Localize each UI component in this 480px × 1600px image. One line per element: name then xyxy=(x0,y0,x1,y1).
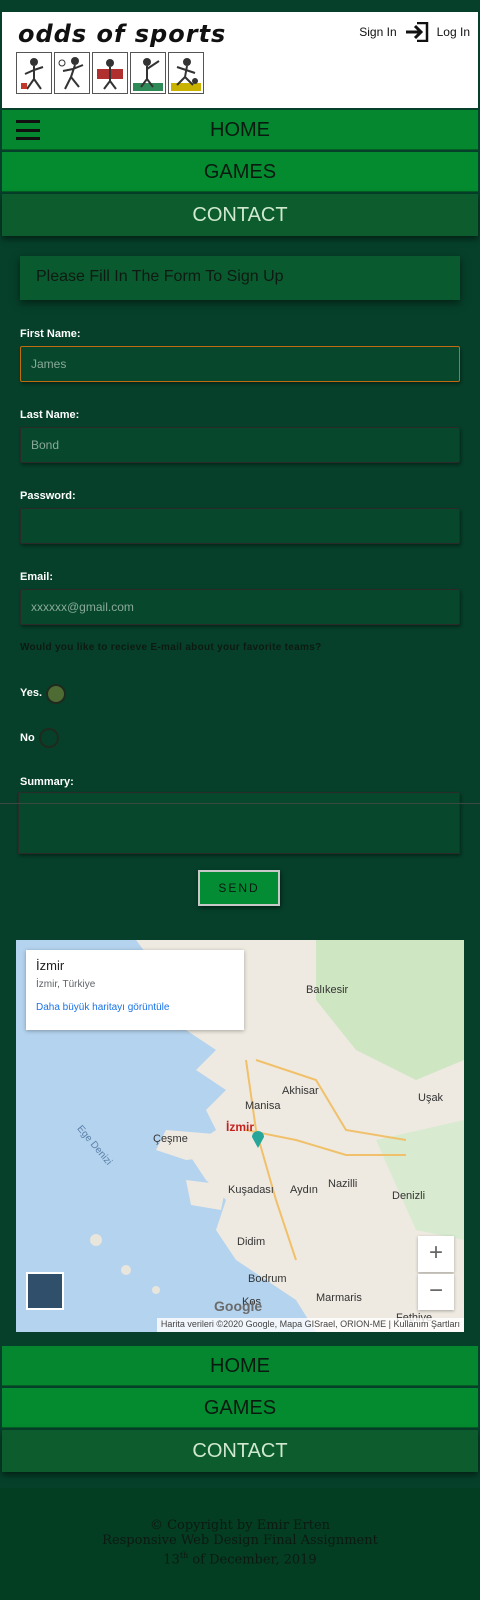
password-label: Password: xyxy=(20,490,76,502)
map-city-label: Balıkesir xyxy=(306,984,349,996)
nav-home[interactable]: HOME xyxy=(2,110,478,150)
map-city-label: Aydın xyxy=(290,1184,318,1196)
map-city-label: İzmir xyxy=(226,1120,255,1134)
map-city-label: Denizli xyxy=(392,1190,426,1202)
hamburger-menu-icon[interactable] xyxy=(16,120,40,140)
zoom-out-button[interactable]: − xyxy=(418,1274,454,1310)
map-attribution[interactable]: Harita verileri ©2020 Google, Mapa GISra… xyxy=(156,1318,464,1332)
map-city-label: Bodrum xyxy=(248,1273,287,1285)
password-field[interactable] xyxy=(20,508,460,544)
email-question: Would you like to recieve E-mail about y… xyxy=(20,642,322,653)
no-radio[interactable] xyxy=(39,728,59,748)
site-header: odds of sports Sign In Log In xyxy=(2,12,478,108)
map-place-title: İzmir xyxy=(36,958,65,973)
assignment-text: Responsive Web Design Final Assignment xyxy=(102,1533,378,1548)
log-in-link[interactable]: Log In xyxy=(437,25,470,39)
first-name-field[interactable] xyxy=(20,346,460,382)
sport-image-icon xyxy=(168,52,204,94)
summary-label: Summary: xyxy=(20,776,74,788)
sign-in-link[interactable]: Sign In xyxy=(359,25,396,39)
google-logo: Google xyxy=(214,1298,263,1314)
map-city-label: Marmaris xyxy=(316,1292,362,1304)
divider-line xyxy=(0,803,480,804)
sport-image-icon xyxy=(130,52,166,94)
map-city-label: Kuşadası xyxy=(228,1184,274,1196)
footer-nav-home[interactable]: HOME xyxy=(2,1346,478,1386)
no-label: No xyxy=(20,732,35,744)
sport-image-icon xyxy=(16,52,52,94)
map-pin-icon xyxy=(252,1131,264,1148)
summary-textarea[interactable] xyxy=(18,792,460,854)
map-city-label: Uşak xyxy=(418,1092,444,1104)
logo-sport-images xyxy=(16,52,204,94)
sport-image-icon xyxy=(92,52,128,94)
email-label: Email: xyxy=(20,571,54,583)
email-field[interactable] xyxy=(20,589,460,625)
yes-label: Yes. xyxy=(20,687,43,699)
site-footer: © Copyright by Emir Erten Responsive Web… xyxy=(0,1488,480,1600)
larger-map-link[interactable]: Daha büyük haritayı görüntüle xyxy=(36,1002,234,1013)
last-name-label: Last Name: xyxy=(20,409,80,421)
login-icon[interactable] xyxy=(405,21,429,43)
map-city-label: Nazilli xyxy=(328,1178,358,1190)
satellite-toggle[interactable] xyxy=(26,1272,64,1310)
map-place-subtitle: İzmir, Türkiye xyxy=(36,979,96,990)
send-button[interactable]: SEND xyxy=(198,870,280,906)
date-text: 13th of December, 2019 xyxy=(163,1551,317,1568)
yes-radio[interactable] xyxy=(46,684,66,704)
zoom-in-button[interactable]: + xyxy=(418,1236,454,1272)
site-logo[interactable]: odds of sports xyxy=(18,20,226,48)
map-city-label: Akhisar xyxy=(282,1085,319,1097)
map-city-label: Didim xyxy=(237,1236,266,1248)
auth-links: Sign In Log In xyxy=(359,21,470,43)
map-city-label: Manisa xyxy=(245,1100,281,1112)
first-name-label: First Name: xyxy=(20,328,81,340)
last-name-field[interactable] xyxy=(20,427,460,463)
copyright-text: © Copyright by Emir Erten xyxy=(149,1518,331,1533)
embedded-map[interactable]: Balıkesir Akhisar Manisa Uşak İzmir Çeşm… xyxy=(16,940,464,1332)
nav-contact[interactable]: CONTACT xyxy=(2,194,478,236)
footer-nav-contact[interactable]: CONTACT xyxy=(2,1430,478,1472)
sport-image-icon xyxy=(54,52,90,94)
map-info-card: İzmir İzmir, Türkiye Daha büyük haritayı… xyxy=(26,950,244,1030)
map-city-label: Çeşme xyxy=(153,1133,188,1145)
form-title: Please Fill In The Form To Sign Up xyxy=(20,256,460,300)
footer-nav-games[interactable]: GAMES xyxy=(2,1388,478,1428)
nav-games[interactable]: GAMES xyxy=(2,152,478,192)
